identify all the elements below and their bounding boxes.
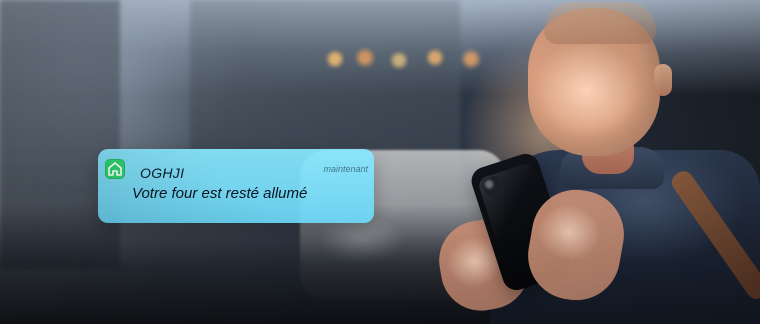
string-lights bbox=[315, 45, 515, 73]
notification-app-name: OGHJI bbox=[140, 165, 185, 181]
hair bbox=[544, 2, 656, 44]
house-icon bbox=[108, 162, 122, 176]
notification-time: maintenant bbox=[323, 164, 368, 174]
notification-message: Votre four est resté allumé bbox=[132, 185, 308, 202]
person bbox=[432, 0, 760, 324]
push-notification[interactable]: OGHJI maintenant Votre four est resté al… bbox=[98, 149, 374, 223]
home-icon bbox=[105, 159, 125, 179]
ear bbox=[654, 64, 672, 96]
street-scene: OGHJI maintenant Votre four est resté al… bbox=[0, 0, 760, 324]
